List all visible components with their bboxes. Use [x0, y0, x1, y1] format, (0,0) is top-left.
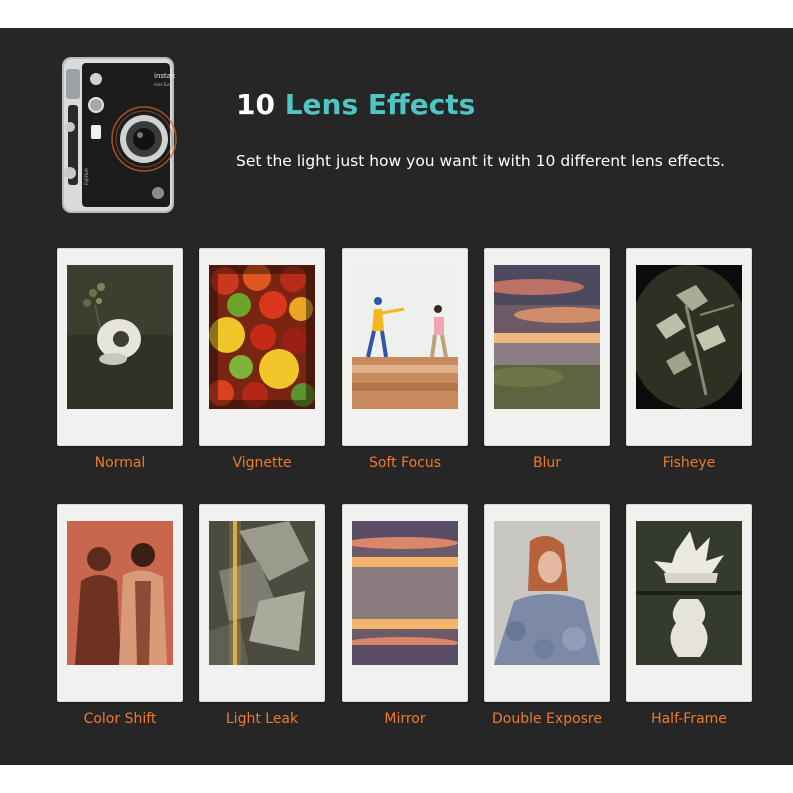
effect-card-vignette: Vignette — [199, 248, 325, 471]
instax-print — [484, 248, 610, 446]
instax-print — [484, 504, 610, 702]
effect-card-normal: Normal — [57, 248, 183, 471]
effect-label: Blur — [532, 455, 562, 471]
effect-label: Double Exposre — [492, 711, 602, 727]
effect-photo-normal — [67, 265, 173, 409]
camera-maker-label: FUJIFILM — [84, 168, 89, 185]
effect-label: Light Leak — [225, 711, 299, 727]
effect-label: Soft Focus — [368, 455, 442, 471]
instax-print — [342, 504, 468, 702]
instax-print — [57, 504, 183, 702]
effect-photo-mirror — [352, 521, 458, 665]
effect-card-soft-focus: Soft Focus — [342, 248, 468, 471]
instax-print — [626, 248, 752, 446]
effect-card-double-exposure: Double Exposre — [484, 504, 610, 727]
effect-card-fisheye: Fisheye — [626, 248, 752, 471]
camera-image: instax mini Evo FUJIFILM — [58, 55, 178, 217]
page-subtitle: Set the light just how you want it with … — [236, 152, 726, 170]
camera-model-label: mini Evo — [154, 82, 172, 87]
title-number: 10 — [236, 88, 275, 121]
effect-photo-soft-focus — [352, 265, 458, 409]
effect-photo-fisheye — [636, 265, 742, 409]
effect-card-half-frame: Half-Frame — [626, 504, 752, 727]
title-accent-text: Lens Effects — [284, 88, 476, 121]
camera-brand-label: instax — [154, 72, 175, 80]
effect-card-color-shift: Color Shift — [57, 504, 183, 727]
effect-card-light-leak: Light Leak — [199, 504, 325, 727]
effect-label: Mirror — [384, 711, 426, 727]
instax-print — [199, 248, 325, 446]
effect-label: Fisheye — [662, 455, 716, 471]
effect-photo-light-leak — [209, 521, 315, 665]
instax-print — [57, 248, 183, 446]
instax-print — [342, 248, 468, 446]
instax-print — [626, 504, 752, 702]
effect-photo-color-shift — [67, 521, 173, 665]
effect-photo-vignette — [209, 265, 315, 409]
effect-label: Half-Frame — [651, 711, 727, 727]
effect-photo-blur — [494, 265, 600, 409]
effect-label: Vignette — [232, 455, 292, 471]
instax-print — [199, 504, 325, 702]
effect-card-blur: Blur — [484, 248, 610, 471]
effect-photo-half-frame — [636, 521, 742, 665]
page-title: 10 Lens Effects — [236, 88, 475, 121]
effect-label: Color Shift — [83, 711, 157, 727]
effect-label: Normal — [94, 455, 146, 471]
effect-photo-double-exposure — [494, 521, 600, 665]
effect-card-mirror: Mirror — [342, 504, 468, 727]
